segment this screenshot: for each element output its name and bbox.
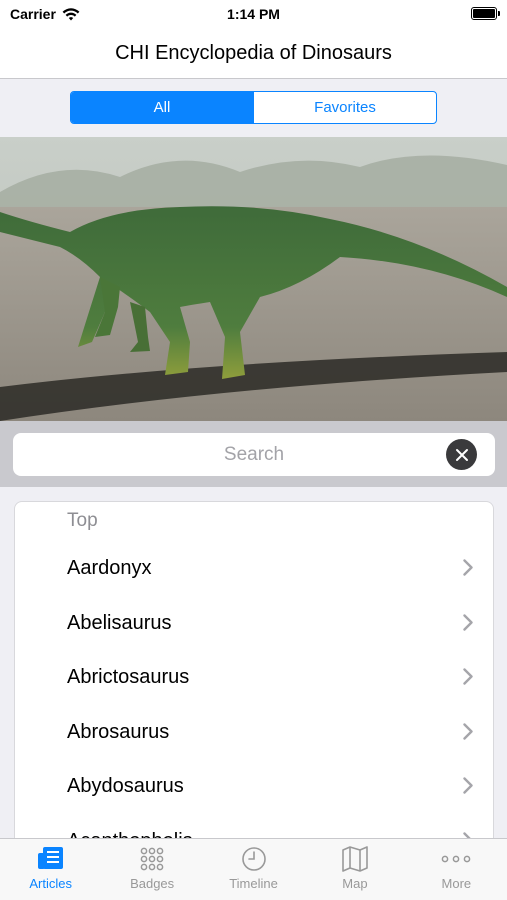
page-title: CHI Encyclopedia of Dinosaurs — [115, 41, 392, 64]
list-item[interactable]: Abrosaurus — [15, 705, 493, 759]
list-item-label: Abrosaurus — [67, 720, 170, 743]
clear-search-button[interactable] — [446, 439, 477, 470]
tab-label: Map — [342, 876, 368, 891]
chevron-right-icon — [463, 668, 473, 685]
battery-icon — [471, 7, 500, 20]
tab-timeline[interactable]: Timeline — [203, 839, 304, 900]
status-bar: Carrier 1:14 PM — [0, 0, 507, 28]
close-icon — [455, 448, 468, 461]
article-list-area: Top Aardonyx Abelisaurus Abrictosaurus A… — [0, 487, 507, 838]
tab-label: Badges — [130, 876, 175, 891]
tab-bar: Articles Badges Timeline Map More — [0, 838, 507, 900]
map-icon — [342, 846, 368, 872]
chevron-right-icon — [463, 614, 473, 631]
chevron-right-icon — [463, 777, 473, 794]
tab-articles[interactable]: Articles — [0, 839, 101, 900]
list-item[interactable]: Aardonyx — [15, 541, 493, 595]
list-item[interactable]: Abydosaurus — [15, 759, 493, 813]
segment-area: All Favorites — [0, 79, 507, 137]
search-area — [0, 421, 507, 487]
search-bar — [13, 433, 495, 476]
list-item[interactable]: Acanthopholis — [15, 814, 493, 838]
segment-all[interactable]: All — [71, 92, 253, 123]
chevron-right-icon — [463, 559, 473, 576]
tab-label: Timeline — [229, 876, 278, 891]
more-dots-icon — [441, 855, 471, 863]
list-item[interactable]: Abelisaurus — [15, 596, 493, 650]
section-header: Top — [67, 510, 98, 531]
list-item-label: Acanthopholis — [67, 830, 193, 839]
status-time: 1:14 PM — [227, 6, 280, 22]
segment-favorites[interactable]: Favorites — [253, 92, 436, 123]
list-item-label: Aardonyx — [67, 556, 152, 579]
tab-map[interactable]: Map — [304, 839, 405, 900]
article-list: Top Aardonyx Abelisaurus Abrictosaurus A… — [14, 501, 494, 838]
tab-badges[interactable]: Badges — [101, 839, 202, 900]
filter-segmented-control: All Favorites — [70, 91, 437, 124]
clock-icon — [241, 847, 266, 871]
tab-more[interactable]: More — [406, 839, 507, 900]
search-input[interactable] — [74, 443, 434, 466]
list-item[interactable]: Abrictosaurus — [15, 650, 493, 704]
tab-label: More — [441, 876, 472, 891]
navigation-bar: CHI Encyclopedia of Dinosaurs — [0, 28, 507, 79]
dinosaur-hero-image — [0, 137, 507, 421]
chevron-right-icon — [463, 723, 473, 740]
badges-grid-icon — [140, 847, 164, 871]
list-item-label: Abrictosaurus — [67, 665, 190, 688]
tab-label: Articles — [29, 876, 73, 891]
articles-icon — [37, 847, 63, 869]
list-item-label: Abydosaurus — [67, 774, 184, 797]
list-item-label: Abelisaurus — [67, 611, 172, 634]
dinosaur-illustration — [0, 137, 507, 421]
